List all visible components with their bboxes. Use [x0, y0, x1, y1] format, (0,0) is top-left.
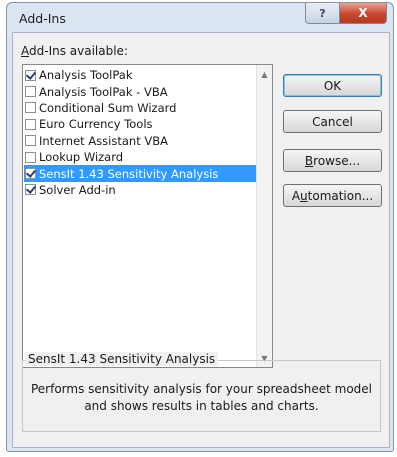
dialog-body: Add-Ins available: Analysis ToolPak Analy…: [12, 32, 390, 448]
list-item-label: Analysis ToolPak: [39, 68, 133, 83]
listbox-scrollbar[interactable]: ▲ ▼: [256, 65, 272, 367]
list-item-label: Lookup Wizard: [39, 150, 124, 165]
help-icon: ?: [319, 6, 326, 20]
checkbox[interactable]: [25, 151, 36, 163]
close-button[interactable]: X: [340, 3, 386, 23]
cancel-button[interactable]: Cancel: [283, 110, 382, 133]
list-item[interactable]: Solver Add-in: [24, 182, 256, 198]
list-item[interactable]: Lookup Wizard: [24, 149, 256, 165]
list-item[interactable]: Conditional Sum Wizard: [24, 100, 256, 116]
checkbox[interactable]: [25, 184, 36, 196]
window-controls: ? X: [305, 3, 387, 24]
automation-button[interactable]: Au tomation...: [283, 184, 382, 207]
list-item[interactable]: Euro Currency Tools: [24, 116, 256, 132]
browse-button[interactable]: Browse...: [283, 149, 382, 172]
add-ins-list: Analysis ToolPak Analysis ToolPak - VBA Co…: [24, 67, 256, 198]
list-item-label: Euro Currency Tools: [39, 117, 153, 132]
list-item-label: SensIt 1.43 Sensitivity Analysis: [39, 166, 219, 181]
list-item[interactable]: Internet Assistant VBA: [24, 133, 256, 149]
scroll-up-arrow-icon[interactable]: ▲: [257, 66, 272, 82]
checkbox[interactable]: [25, 69, 36, 81]
list-item-label: Analysis ToolPak - VBA: [39, 84, 168, 99]
checkbox[interactable]: [25, 135, 36, 147]
ok-button[interactable]: OK: [283, 74, 382, 97]
description-title: SensIt 1.43 Sensitivity Analysis: [25, 352, 219, 366]
add-ins-dialog: Add-Ins ? X Add-Ins available: Analysis …: [6, 2, 394, 452]
list-item-label: Solver Add-in: [39, 182, 116, 197]
title-bar[interactable]: Add-Ins ? X: [7, 3, 393, 33]
list-item[interactable]: Analysis ToolPak - VBA: [24, 83, 256, 99]
checkbox[interactable]: [25, 118, 36, 130]
dialog-title: Add-Ins: [19, 11, 66, 26]
description-groupbox: SensIt 1.43 Sensitivity Analysis Perform…: [22, 352, 381, 432]
list-item-label: Internet Assistant VBA: [39, 133, 168, 148]
checkbox[interactable]: [25, 168, 36, 180]
checkbox[interactable]: [25, 102, 36, 114]
add-ins-available-label: Add-Ins available:: [21, 44, 128, 58]
list-item[interactable]: SensIt 1.43 Sensitivity Analysis: [24, 165, 256, 182]
list-item[interactable]: Analysis ToolPak: [24, 67, 256, 83]
help-button[interactable]: ?: [306, 3, 340, 23]
add-ins-listbox[interactable]: Analysis ToolPak Analysis ToolPak - VBA Co…: [22, 64, 273, 368]
close-icon: X: [358, 6, 368, 20]
description-text: Performs sensitivity analysis for your s…: [30, 382, 372, 413]
list-item-label: Conditional Sum Wizard: [39, 100, 177, 115]
checkbox[interactable]: [25, 86, 36, 98]
